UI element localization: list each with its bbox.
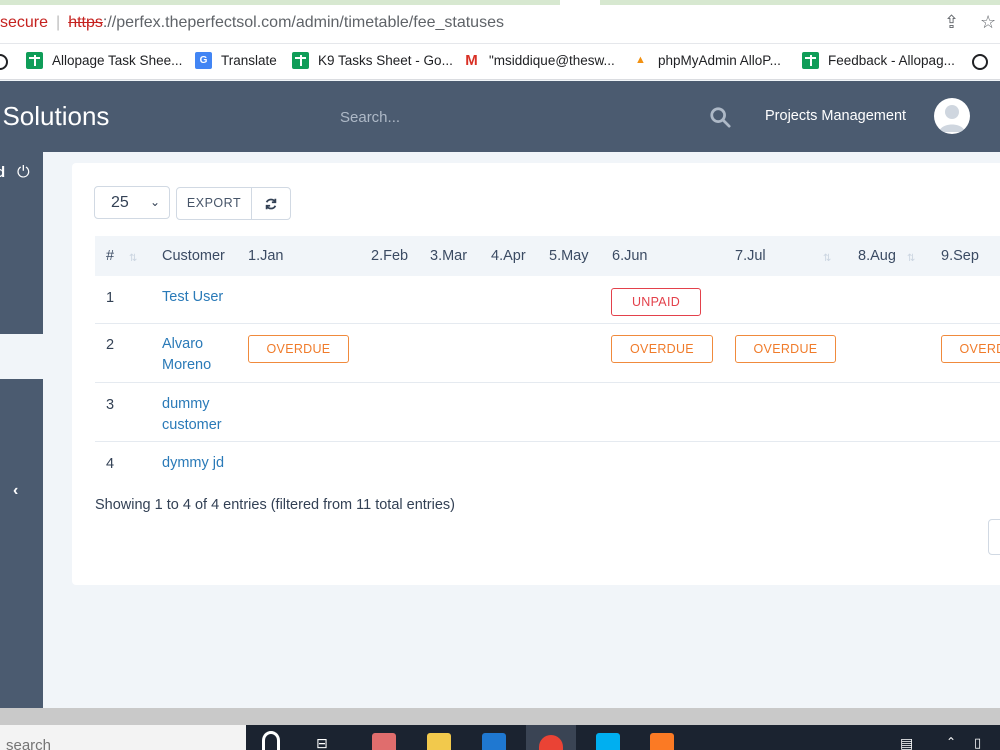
- url-path: ://perfex.theperfectsol.com/admin/timeta…: [102, 14, 504, 31]
- translate-icon: G: [195, 52, 212, 69]
- pagination[interactable]: [988, 519, 1000, 555]
- horizontal-scrollbar[interactable]: [0, 708, 1000, 725]
- xampp-icon[interactable]: [650, 733, 674, 750]
- export-button[interactable]: EXPORT: [176, 187, 252, 220]
- app-header: t Solutions Projects Management: [0, 81, 1000, 152]
- column-header[interactable]: Customer: [162, 248, 225, 264]
- status-badge[interactable]: UNPAID: [611, 288, 701, 316]
- page-size-select[interactable]: 25 ⌄: [94, 186, 170, 219]
- task-view-icon[interactable]: ⊟: [316, 735, 328, 750]
- row-number: 2: [106, 337, 115, 353]
- sidebar-user-label: d: [0, 164, 6, 181]
- row-number: 1: [106, 290, 115, 306]
- column-header[interactable]: 4.Apr: [491, 248, 526, 264]
- taskbar-active-app[interactable]: [526, 725, 576, 750]
- column-header[interactable]: 1.Jan: [248, 248, 283, 264]
- vscode-icon[interactable]: [482, 733, 506, 750]
- status-badge[interactable]: OVERDUE: [941, 335, 1000, 363]
- sort-icon: ⇅: [823, 253, 832, 264]
- sheets-icon: [802, 52, 819, 69]
- column-header[interactable]: 8.Aug: [858, 248, 896, 264]
- table-info: Showing 1 to 4 of 4 entries (filtered fr…: [95, 497, 455, 513]
- folder-icon[interactable]: [427, 733, 451, 750]
- chrome-icon: [539, 735, 563, 750]
- url-scheme: https: [68, 14, 103, 31]
- sheets-icon: [26, 52, 43, 69]
- globe-icon: [972, 54, 988, 70]
- column-header[interactable]: 7.Jul: [735, 248, 766, 264]
- taskbar-search[interactable]: [0, 725, 246, 750]
- taskbar-search-input[interactable]: [6, 737, 206, 750]
- sheets-icon: [292, 52, 309, 69]
- column-header[interactable]: 5.May: [549, 248, 589, 264]
- refresh-icon: [265, 198, 277, 210]
- user-icon: [939, 105, 965, 132]
- bookmark-item[interactable]: G Translate: [195, 52, 277, 69]
- app-icon[interactable]: [372, 733, 396, 750]
- browser-address-bar: secure | https://perfex.theperfectsol.com/…: [0, 0, 1000, 44]
- status-badge[interactable]: OVERDUE: [248, 335, 349, 363]
- reload-button[interactable]: [251, 187, 291, 220]
- bookmark-item[interactable]: Allopage Task Shee...: [26, 52, 182, 69]
- url-field[interactable]: secure | https://perfex.theperfectsol.com/…: [0, 14, 504, 32]
- bookmark-item[interactable]: Feedback - Allopag...: [802, 52, 955, 69]
- customer-link[interactable]: Test User: [162, 287, 223, 308]
- news-icon[interactable]: ▤: [900, 735, 913, 750]
- not-secure-label: secure: [0, 14, 49, 31]
- search-icon[interactable]: [709, 106, 731, 128]
- sort-icon: ⇅: [129, 253, 138, 264]
- tab-strip-edge: [0, 0, 1000, 5]
- column-header[interactable]: #: [106, 248, 114, 264]
- sidebar-menu: ‹: [0, 379, 43, 709]
- bookmark-item[interactable]: K9 Tasks Sheet - Go...: [292, 52, 453, 69]
- bookmark-item[interactable]: M "msiddique@thesw...: [463, 52, 615, 69]
- gmail-icon: M: [465, 52, 478, 69]
- customer-link[interactable]: dummy customer: [162, 394, 232, 436]
- globe-icon: [0, 54, 8, 70]
- avatar[interactable]: [934, 98, 970, 134]
- chevron-left-icon[interactable]: ‹: [13, 482, 18, 500]
- status-badge[interactable]: OVERDUE: [735, 335, 836, 363]
- column-header[interactable]: 9.Sep: [941, 248, 979, 264]
- share-icon[interactable]: ⇪: [944, 12, 959, 33]
- phpmyadmin-icon: ▲: [635, 54, 646, 66]
- column-header[interactable]: 2.Feb: [371, 248, 408, 264]
- sort-icon: ⇅: [907, 253, 916, 264]
- projects-management-link[interactable]: Projects Management: [765, 108, 906, 124]
- row-number: 4: [106, 456, 115, 472]
- brand-title: t Solutions: [0, 101, 110, 131]
- column-header[interactable]: 3.Mar: [430, 248, 467, 264]
- column-header[interactable]: 6.Jun: [612, 248, 647, 264]
- power-icon[interactable]: ⏻: [17, 164, 30, 182]
- cortana-icon[interactable]: [262, 731, 280, 750]
- customer-link[interactable]: Alvaro Moreno: [162, 334, 232, 376]
- status-badge[interactable]: OVERDUE: [611, 335, 713, 363]
- network-icon[interactable]: ▯: [974, 735, 981, 750]
- customer-link[interactable]: dymmy jd: [162, 453, 224, 474]
- skype-icon[interactable]: [596, 733, 620, 750]
- bookmarks-bar: Allopage Task Shee... G Translate K9 Task…: [0, 44, 1000, 80]
- sidebar-profile: d ⏻: [0, 152, 43, 334]
- chevron-down-icon: ⌄: [149, 195, 160, 209]
- row-number: 3: [106, 397, 115, 413]
- bookmark-item[interactable]: ▲ phpMyAdmin AlloP...: [632, 52, 781, 69]
- chevron-up-icon[interactable]: ⌃: [946, 735, 956, 749]
- search-input[interactable]: [330, 101, 690, 133]
- bookmark-star-icon[interactable]: ☆: [980, 12, 996, 33]
